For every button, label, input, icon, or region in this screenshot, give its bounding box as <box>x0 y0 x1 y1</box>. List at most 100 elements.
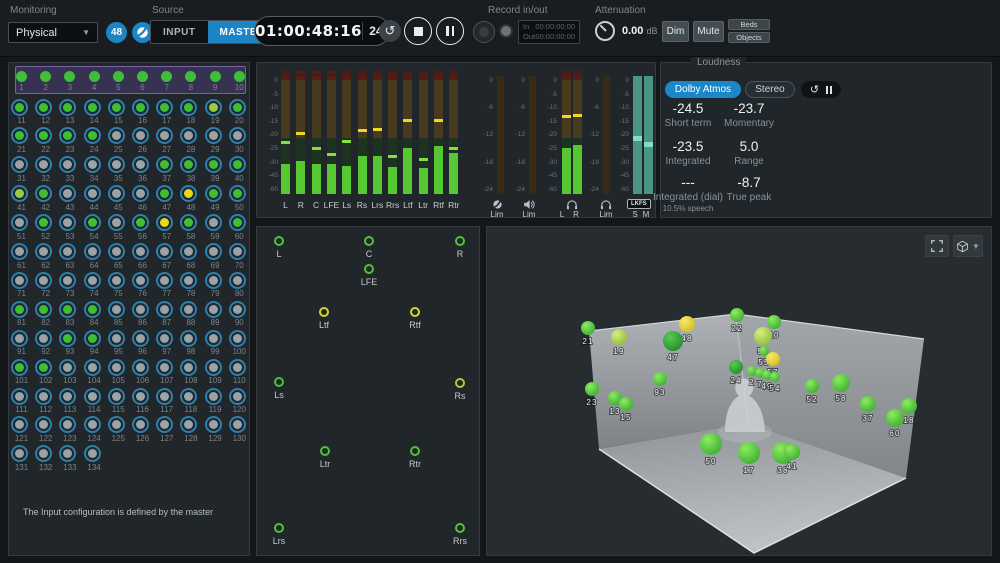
channel-dot-31[interactable] <box>11 156 28 173</box>
channel-dot-13[interactable] <box>59 99 76 116</box>
channel-dot-100[interactable] <box>229 330 246 347</box>
channel-dot-96[interactable] <box>132 330 149 347</box>
channel-dot-11[interactable] <box>11 99 28 116</box>
channel-dot-46[interactable] <box>132 185 149 202</box>
channel-dot-33[interactable] <box>59 156 76 173</box>
loudness-reset-icon[interactable]: ↺ <box>810 83 819 96</box>
pause-button[interactable] <box>436 17 464 45</box>
channel-dot-95[interactable] <box>108 330 125 347</box>
record-inout-toggle[interactable] <box>499 24 513 38</box>
channel-dot-112[interactable] <box>35 388 52 405</box>
channel-dot-48[interactable] <box>180 185 197 202</box>
channel-dot-121[interactable] <box>11 416 28 433</box>
channel-dot-123[interactable] <box>59 416 76 433</box>
channel-dot-23[interactable] <box>59 127 76 144</box>
channel-dot-103[interactable] <box>59 359 76 376</box>
channel-dot-87[interactable] <box>156 301 173 318</box>
channel-dot-110[interactable] <box>229 359 246 376</box>
channel-dot-64[interactable] <box>84 243 101 260</box>
channel-dot-12[interactable] <box>35 99 52 116</box>
channel-dot-29[interactable] <box>205 127 222 144</box>
channel-dot-18[interactable] <box>180 99 197 116</box>
channel-dot-65[interactable] <box>108 243 125 260</box>
channel-dot-21[interactable] <box>11 127 28 144</box>
channel-dot-52[interactable] <box>35 214 52 231</box>
channel-dot-3[interactable] <box>64 71 75 82</box>
speaker-Rs[interactable] <box>455 378 465 388</box>
channel-dot-127[interactable] <box>156 416 173 433</box>
channel-dot-37[interactable] <box>156 156 173 173</box>
channel-dot-82[interactable] <box>35 301 52 318</box>
channel-dot-108[interactable] <box>180 359 197 376</box>
speaker-Rrs[interactable] <box>455 523 465 533</box>
channel-dot-94[interactable] <box>84 330 101 347</box>
channel-dot-45[interactable] <box>108 185 125 202</box>
channel-dot-117[interactable] <box>156 388 173 405</box>
loudness-tab-stereo[interactable]: Stereo <box>745 81 795 98</box>
channel-dot-44[interactable] <box>84 185 101 202</box>
channel-dot-81[interactable] <box>11 301 28 318</box>
channel-dot-32[interactable] <box>35 156 52 173</box>
speaker-Ltr[interactable] <box>320 446 330 456</box>
channel-dot-98[interactable] <box>180 330 197 347</box>
channel-dot-77[interactable] <box>156 272 173 289</box>
channel-dot-25[interactable] <box>108 127 125 144</box>
dim-button[interactable]: Dim <box>662 21 689 42</box>
channel-dot-128[interactable] <box>180 416 197 433</box>
channel-dot-9[interactable] <box>210 71 221 82</box>
channel-dot-75[interactable] <box>108 272 125 289</box>
loudness-tab-dolby-atmos[interactable]: Dolby Atmos <box>665 81 741 98</box>
channel-dot-92[interactable] <box>35 330 52 347</box>
channel-dot-6[interactable] <box>137 71 148 82</box>
channel-dot-88[interactable] <box>180 301 197 318</box>
channel-dot-69[interactable] <box>205 243 222 260</box>
channel-dot-129[interactable] <box>205 416 222 433</box>
channel-dot-22[interactable] <box>35 127 52 144</box>
channel-dot-47[interactable] <box>156 185 173 202</box>
channel-dot-91[interactable] <box>11 330 28 347</box>
return-to-start-button[interactable]: ↺ <box>379 20 401 42</box>
channel-dot-42[interactable] <box>35 185 52 202</box>
channel-dot-84[interactable] <box>84 301 101 318</box>
objects-button[interactable]: Objects <box>728 32 770 43</box>
channel-dot-53[interactable] <box>59 214 76 231</box>
channel-dot-89[interactable] <box>205 301 222 318</box>
speaker-Rtr[interactable] <box>410 446 420 456</box>
channel-dot-56[interactable] <box>132 214 149 231</box>
fullscreen-button[interactable] <box>925 235 949 257</box>
channel-dot-50[interactable] <box>229 185 246 202</box>
channel-dot-125[interactable] <box>108 416 125 433</box>
channel-dot-62[interactable] <box>35 243 52 260</box>
channel-dot-10[interactable] <box>234 71 245 82</box>
channel-dot-70[interactable] <box>229 243 246 260</box>
channel-dot-71[interactable] <box>11 272 28 289</box>
channel-dot-85[interactable] <box>108 301 125 318</box>
channel-dot-106[interactable] <box>132 359 149 376</box>
channel-dot-116[interactable] <box>132 388 149 405</box>
channel-dot-55[interactable] <box>108 214 125 231</box>
channel-dot-26[interactable] <box>132 127 149 144</box>
speaker-Lrs[interactable] <box>274 523 284 533</box>
channel-dot-60[interactable] <box>229 214 246 231</box>
channel-dot-80[interactable] <box>229 272 246 289</box>
channel-dot-1[interactable] <box>16 71 27 82</box>
channel-dot-19[interactable] <box>205 99 222 116</box>
channel-dot-74[interactable] <box>84 272 101 289</box>
channel-dot-109[interactable] <box>205 359 222 376</box>
channel-dot-73[interactable] <box>59 272 76 289</box>
speaker-L[interactable] <box>274 236 284 246</box>
channel-dot-2[interactable] <box>40 71 51 82</box>
channel-dot-105[interactable] <box>108 359 125 376</box>
beds-button[interactable]: Beds <box>728 19 770 30</box>
mute-button[interactable]: Mute <box>693 21 724 42</box>
channel-dot-79[interactable] <box>205 272 222 289</box>
channel-dot-57[interactable] <box>156 214 173 231</box>
speaker-count-badge[interactable]: 48 <box>106 22 127 43</box>
channel-dot-66[interactable] <box>132 243 149 260</box>
channel-dot-131[interactable] <box>11 445 28 462</box>
channel-dot-38[interactable] <box>180 156 197 173</box>
channel-dot-124[interactable] <box>84 416 101 433</box>
channel-dot-119[interactable] <box>205 388 222 405</box>
channel-dot-111[interactable] <box>11 388 28 405</box>
speaker-LFE[interactable] <box>364 264 374 274</box>
